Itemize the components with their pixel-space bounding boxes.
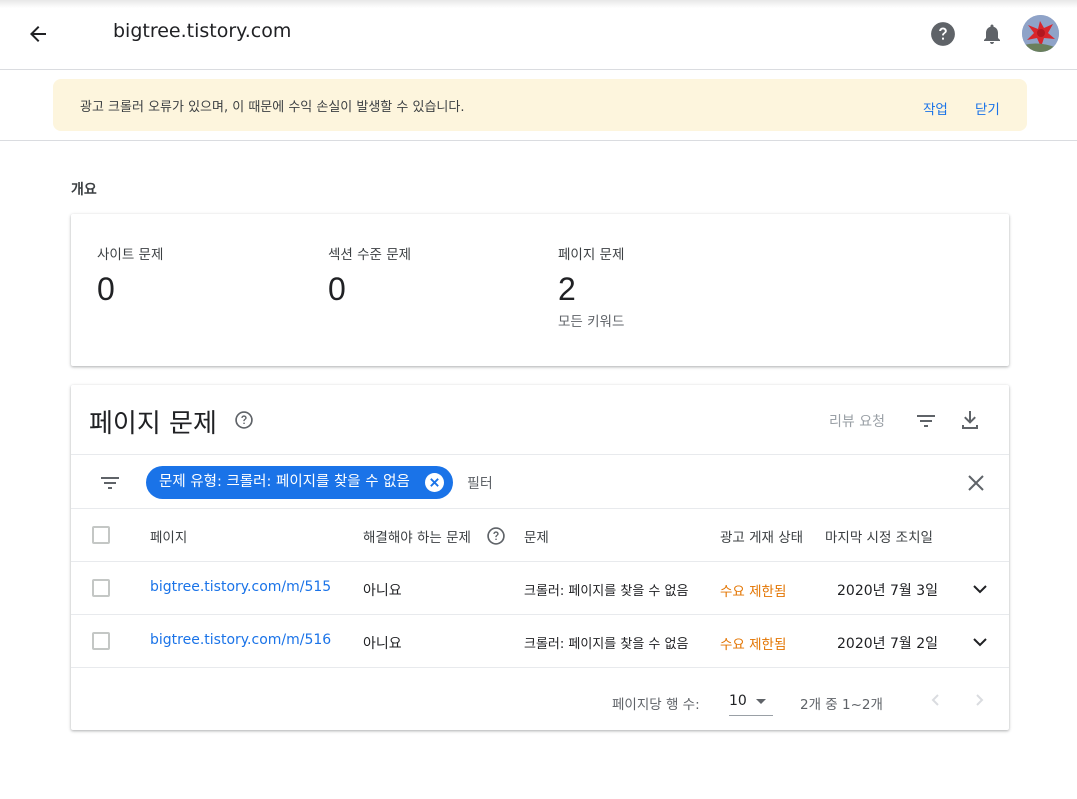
page-link[interactable]: bigtree.tistory.com/m/515 [150, 579, 331, 595]
issue-value: 크롤러: 페이지를 찾을 수 없음 [524, 584, 689, 599]
avatar-image [1022, 15, 1059, 52]
ad-status-value: 수요 제한됨 [720, 637, 787, 653]
column-header-must-fix[interactable]: 해결해야 하는 문제 [363, 526, 471, 546]
select-all-checkbox[interactable] [92, 526, 110, 544]
pagination: 페이지당 행 수: 10 2개 중 1~2개 [71, 668, 1009, 730]
top-shadow [0, 0, 1077, 8]
column-header-page[interactable]: 페이지 [150, 526, 187, 546]
back-button[interactable] [22, 18, 54, 50]
chevron-down-icon [973, 638, 987, 647]
banner-action-button[interactable]: 작업 [923, 98, 948, 118]
row-checkbox[interactable] [92, 579, 110, 597]
notifications-button[interactable] [978, 20, 1006, 48]
overview-card: 사이트 문제 0 섹션 수준 문제 0 페이지 문제 2 모든 키워드 [71, 214, 1009, 366]
bell-icon [984, 24, 1000, 44]
filter-chip[interactable]: 문제 유형: 크롤러: 페이지를 찾을 수 없음 [146, 466, 453, 499]
help-outline-icon [235, 411, 253, 429]
title-help-button[interactable] [234, 410, 254, 430]
stat-site-issues: 사이트 문제 0 [97, 243, 163, 308]
filter-chip-label: 문제 유형: 크롤러: 페이지를 찾을 수 없음 [159, 474, 410, 490]
must-fix-value: 아니요 [363, 636, 402, 652]
filter-list-icon [101, 477, 119, 489]
header-divider [0, 140, 1077, 141]
must-fix-value: 아니요 [363, 583, 402, 599]
previous-page-button[interactable] [924, 688, 948, 712]
issue-value: 크롤러: 페이지를 찾을 수 없음 [524, 637, 689, 652]
column-header-ad-status[interactable]: 광고 게재 상태 [720, 526, 803, 546]
expand-row-button[interactable] [968, 630, 992, 654]
page-issues-card: 페이지 문제 리뷰 요청 문제 유형: 크롤러: 페이지를 찾을 수 없음 필터… [71, 385, 1009, 730]
stat-value: 2 [558, 271, 576, 307]
site-title: bigtree.tistory.com [113, 20, 292, 42]
review-request-button[interactable]: 리뷰 요청 [829, 411, 885, 431]
help-button[interactable] [929, 20, 957, 48]
last-action-date: 2020년 7월 3일 [837, 583, 938, 599]
table-row[interactable]: bigtree.tistory.com/m/516 아니요 크롤러: 페이지를 … [71, 615, 1009, 668]
filter-bar: 문제 유형: 크롤러: 페이지를 찾을 수 없음 필터 [71, 454, 1009, 509]
last-action-date: 2020년 7월 2일 [837, 636, 938, 652]
expand-row-button[interactable] [968, 577, 992, 601]
filter-bar-filter-button[interactable] [98, 471, 122, 495]
top-bar: bigtree.tistory.com [0, 0, 1077, 70]
column-header-last-action[interactable]: 마지막 시정 조치일 [825, 526, 933, 546]
download-button[interactable] [958, 408, 982, 432]
chip-remove-button[interactable] [425, 473, 444, 492]
stat-page-issues: 페이지 문제 2 모든 키워드 [558, 243, 624, 330]
rows-per-page-value: 10 [729, 693, 747, 709]
ad-status-value: 수요 제한됨 [720, 584, 787, 600]
overview-heading: 개요 [71, 182, 97, 198]
dropdown-caret-icon [756, 699, 766, 704]
clear-filters-button[interactable] [964, 471, 988, 495]
stat-label: 사이트 문제 [97, 247, 164, 263]
toolbar-filter-button[interactable] [914, 409, 938, 433]
filter-list-icon [917, 415, 935, 427]
account-avatar[interactable] [1022, 15, 1059, 52]
filter-input[interactable]: 필터 [467, 473, 493, 493]
next-page-button[interactable] [967, 688, 991, 712]
stat-section-issues: 섹션 수준 문제 0 [328, 243, 411, 308]
stat-value: 0 [328, 271, 346, 307]
arrow-back-icon [30, 26, 46, 42]
stat-value: 0 [97, 271, 115, 307]
column-header-issue[interactable]: 문제 [524, 526, 549, 546]
page-issues-title: 페이지 문제 [89, 409, 217, 439]
row-checkbox[interactable] [92, 632, 110, 650]
crawler-error-banner: 광고 크롤러 오류가 있으며, 이 때문에 수익 손실이 발생할 수 있습니다.… [53, 79, 1027, 131]
pagination-range: 2개 중 1~2개 [800, 697, 883, 713]
chevron-left-icon [931, 694, 939, 706]
help-outline-icon [487, 527, 505, 545]
must-fix-help-button[interactable] [486, 526, 506, 546]
close-icon [968, 475, 984, 491]
rows-per-page-label: 페이지당 행 수: [612, 697, 700, 713]
help-icon [931, 22, 955, 46]
download-icon [962, 411, 978, 429]
stat-label: 페이지 문제 [558, 247, 625, 263]
banner-dismiss-button[interactable]: 닫기 [975, 98, 1000, 118]
table-row[interactable]: bigtree.tistory.com/m/515 아니요 크롤러: 페이지를 … [71, 562, 1009, 615]
page-link[interactable]: bigtree.tistory.com/m/516 [150, 632, 331, 648]
table-header: 페이지 해결해야 하는 문제 문제 광고 게재 상태 마지막 시정 조치일 [71, 509, 1009, 562]
chevron-right-icon [976, 694, 984, 706]
stat-sublabel: 모든 키워드 [558, 314, 625, 330]
chevron-down-icon [973, 585, 987, 594]
stat-label: 섹션 수준 문제 [328, 247, 412, 263]
close-icon [430, 478, 439, 487]
banner-message: 광고 크롤러 오류가 있으며, 이 때문에 수익 손실이 발생할 수 있습니다. [80, 100, 465, 115]
rows-per-page-select[interactable]: 10 [729, 684, 773, 716]
